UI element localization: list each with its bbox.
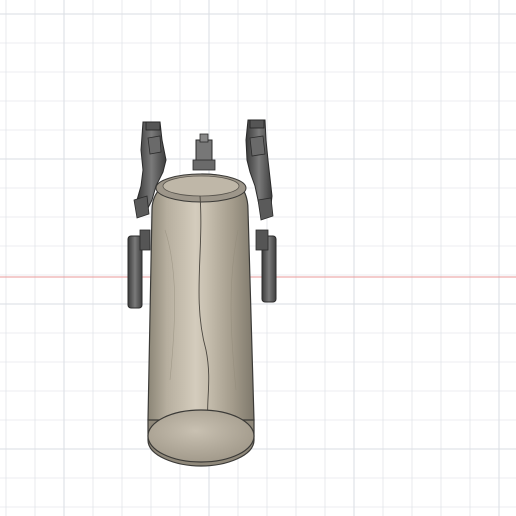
handle-body[interactable] [147,173,255,435]
left-side-rail[interactable] [127,229,151,309]
cad-viewport[interactable] [0,0,516,516]
bottom-end-cap[interactable] [147,409,255,467]
model-assembly[interactable] [127,119,277,467]
grid [0,0,516,516]
right-side-rail[interactable] [255,229,277,303]
viewport-canvas[interactable] [0,0,516,516]
right-bracket[interactable] [245,119,274,221]
top-center-post[interactable] [192,133,216,171]
